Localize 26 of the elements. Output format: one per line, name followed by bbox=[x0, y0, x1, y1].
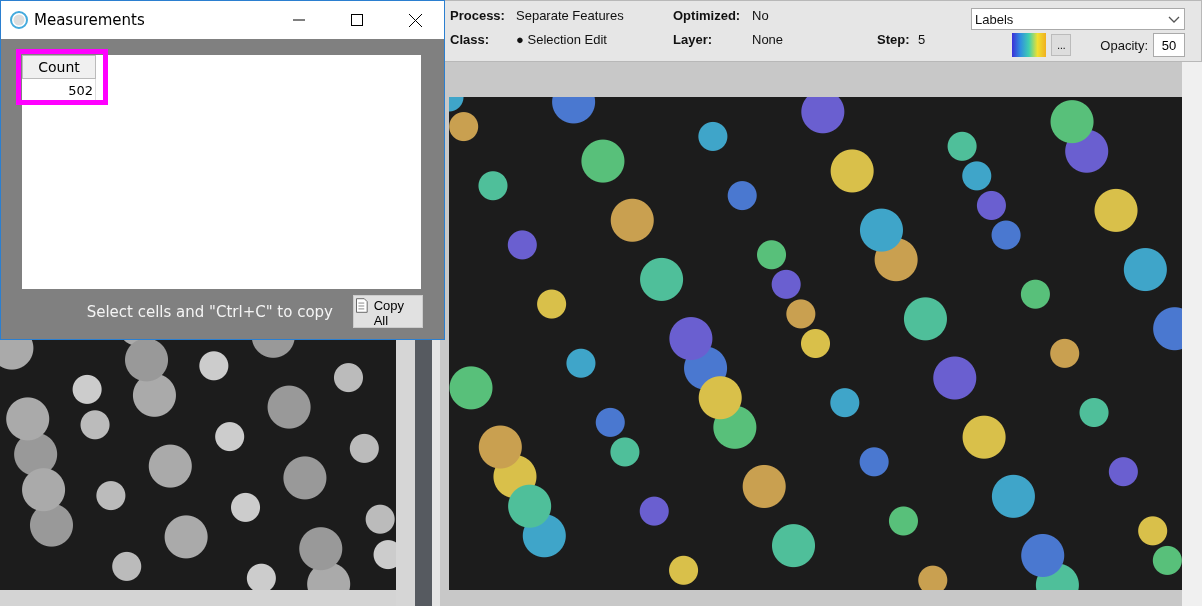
colormap-swatch[interactable] bbox=[1012, 33, 1047, 57]
copy-hint: Select cells and "Ctrl+C" to copy bbox=[86, 302, 333, 321]
column-header[interactable]: Count bbox=[22, 55, 96, 79]
scrollbar-track[interactable] bbox=[1182, 62, 1202, 606]
step-value: 5 bbox=[918, 31, 927, 47]
more-button[interactable]: ... bbox=[1051, 34, 1072, 56]
document-icon bbox=[356, 298, 368, 313]
layer-label: Layer: bbox=[673, 31, 714, 47]
close-icon[interactable] bbox=[408, 13, 422, 27]
optimized-value: No bbox=[752, 7, 770, 23]
opacity-label: Opacity: bbox=[1100, 37, 1148, 53]
class-value: Selection Edit bbox=[527, 31, 607, 47]
window-title: Measurements bbox=[34, 11, 145, 29]
optimized-label: Optimized: bbox=[673, 7, 742, 23]
table-cell[interactable]: 502 bbox=[22, 79, 96, 102]
copy-all-button[interactable]: Copy All bbox=[353, 295, 423, 328]
bullet-icon: ● bbox=[516, 31, 524, 47]
maximize-icon[interactable] bbox=[351, 14, 363, 26]
class-label: Class: bbox=[450, 31, 491, 47]
app-logo-icon bbox=[10, 11, 28, 29]
opacity-field[interactable]: 50 bbox=[1153, 33, 1185, 57]
process-label: Process: bbox=[450, 7, 506, 23]
layer-value: None bbox=[752, 31, 785, 47]
step-label: Step: bbox=[877, 31, 911, 47]
process-value: Separate Features bbox=[516, 7, 625, 23]
display-dropdown[interactable]: Labels bbox=[971, 8, 1185, 30]
